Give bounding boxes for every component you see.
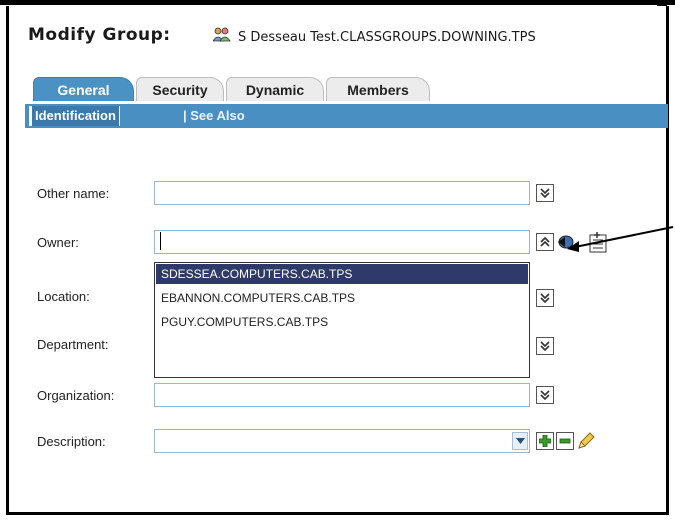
- other-name-input[interactable]: [154, 181, 530, 205]
- tab-dynamic[interactable]: Dynamic: [226, 77, 324, 101]
- owner-label: Owner:: [37, 235, 79, 250]
- plus-icon: [539, 435, 551, 447]
- remove-description-button[interactable]: [556, 432, 574, 450]
- expand-department-button[interactable]: [536, 337, 554, 355]
- edit-pencil-icon[interactable]: [576, 431, 596, 451]
- collapse-owner-button[interactable]: [536, 233, 554, 251]
- organization-input[interactable]: [154, 383, 530, 407]
- double-chevron-down-icon: [540, 390, 550, 401]
- subtab-identification[interactable]: Identification: [29, 106, 120, 126]
- double-chevron-down-icon: [540, 341, 550, 352]
- window-top-border: [0, 0, 675, 5]
- text-caret: [160, 232, 161, 250]
- double-chevron-up-icon: [540, 236, 550, 247]
- other-name-label: Other name:: [37, 186, 110, 201]
- department-label: Department:: [37, 337, 109, 352]
- double-chevron-down-icon: [540, 188, 550, 199]
- double-chevron-down-icon: [540, 293, 550, 304]
- description-select[interactable]: [154, 429, 530, 453]
- tab-security[interactable]: Security: [136, 77, 224, 101]
- owner-input[interactable]: [154, 230, 530, 254]
- list-item[interactable]: SDESSEA.COMPUTERS.CAB.TPS: [156, 264, 528, 284]
- description-dropdown-button[interactable]: [512, 432, 528, 450]
- tab-members[interactable]: Members: [326, 77, 430, 101]
- expand-location-button[interactable]: [536, 289, 554, 307]
- expand-organization-button[interactable]: [536, 386, 554, 404]
- pointer-arrow-icon: [567, 226, 674, 252]
- list-item[interactable]: PGUY.COMPUTERS.CAB.TPS: [156, 312, 528, 332]
- tab-general[interactable]: General: [33, 77, 134, 101]
- page-title: Modify Group:: [28, 25, 171, 45]
- description-label: Description:: [37, 434, 106, 449]
- owner-suggestion-list: SDESSEA.COMPUTERS.CAB.TPS EBANNON.COMPUT…: [154, 262, 530, 378]
- subtab-see-also[interactable]: | See Also: [183, 106, 245, 126]
- organization-label: Organization:: [37, 388, 115, 403]
- location-label: Location:: [37, 289, 90, 304]
- subtab-bar: Identification | See Also: [25, 104, 668, 128]
- add-description-button[interactable]: [536, 432, 554, 450]
- chevron-down-icon: [516, 438, 525, 444]
- group-icon: [213, 27, 231, 42]
- minus-icon: [559, 438, 571, 444]
- list-item[interactable]: EBANNON.COMPUTERS.CAB.TPS: [156, 288, 528, 308]
- expand-other-name-button[interactable]: [536, 184, 554, 202]
- object-name: S Desseau Test.CLASSGROUPS.DOWNING.TPS: [238, 30, 536, 45]
